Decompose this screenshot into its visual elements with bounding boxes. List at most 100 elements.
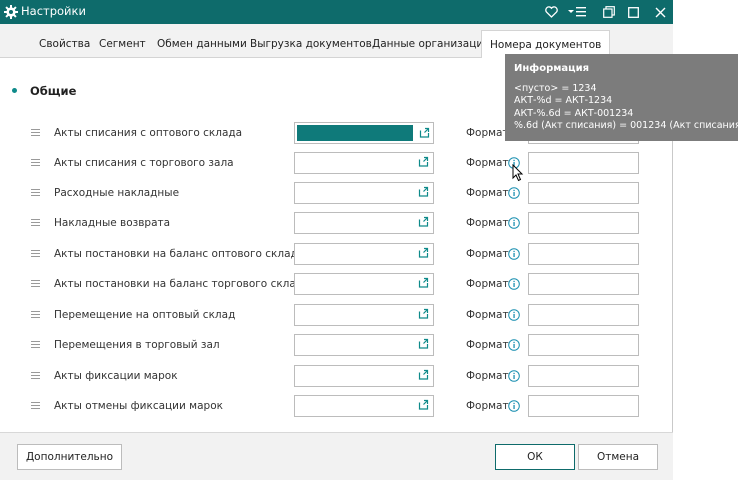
- heart-icon: [544, 6, 558, 18]
- tooltip-line: АКТ-%d = АКТ-1234: [514, 95, 613, 107]
- format-input[interactable]: [528, 365, 639, 387]
- info-icon[interactable]: [508, 370, 520, 382]
- tooltip-line: <пусто> = 1234: [514, 83, 597, 94]
- favorite-button[interactable]: [542, 3, 560, 21]
- prefix-input[interactable]: [294, 365, 434, 387]
- info-icon[interactable]: [508, 187, 520, 199]
- drag-handle-icon[interactable]: [31, 402, 40, 409]
- info-icon[interactable]: [508, 339, 520, 351]
- info-icon[interactable]: [508, 217, 520, 229]
- tab-document-export[interactable]: Выгрузка документов: [250, 38, 372, 50]
- document-row: Расходные накладные Формат: [0, 182, 673, 206]
- row-label: Акты отмены фиксации марок: [54, 400, 223, 412]
- document-row: Акты постановки на баланс торгового скла…: [0, 273, 673, 297]
- drag-handle-icon[interactable]: [31, 372, 40, 379]
- document-row: Перемещение на оптовый склад Формат: [0, 304, 673, 328]
- document-row: Акты списания с торгового зала Формат: [0, 152, 673, 176]
- reset-arrow-icon[interactable]: [417, 399, 429, 411]
- format-label: Формат: [466, 309, 509, 321]
- dialog-footer: Дополнительно ОК Отмена: [0, 432, 673, 480]
- input-selection: [297, 125, 413, 141]
- mouse-cursor-icon: [512, 164, 524, 182]
- tooltip-line: %.6d (Акт списания) = 001234 (Акт списан…: [514, 119, 739, 131]
- drag-handle-icon[interactable]: [31, 311, 40, 318]
- drag-handle-icon[interactable]: [31, 280, 40, 287]
- prefix-input[interactable]: [294, 395, 434, 417]
- format-input[interactable]: [528, 273, 639, 295]
- format-label: Формат: [466, 248, 509, 260]
- row-label: Перемещение на оптовый склад: [54, 309, 236, 321]
- document-row: Перемещения в торговый зал Формат: [0, 334, 673, 358]
- format-input[interactable]: [528, 212, 639, 234]
- title-bar: Настройки: [0, 0, 673, 24]
- prefix-input[interactable]: [294, 122, 434, 144]
- tooltip-title: Информация: [514, 63, 589, 74]
- tab-properties[interactable]: Свойства: [39, 38, 90, 50]
- prefix-input[interactable]: [294, 334, 434, 356]
- prefix-input[interactable]: [294, 273, 434, 295]
- document-row: Акты постановки на баланс оптового склад…: [0, 243, 673, 267]
- window-title: Настройки: [21, 4, 86, 18]
- drag-handle-icon[interactable]: [31, 189, 40, 196]
- drag-handle-icon[interactable]: [31, 129, 40, 136]
- format-label: Формат: [466, 187, 509, 199]
- prefix-input[interactable]: [294, 243, 434, 265]
- restore-button[interactable]: [600, 3, 618, 21]
- prefix-input[interactable]: [294, 212, 434, 234]
- prefix-input[interactable]: [294, 304, 434, 326]
- reset-arrow-icon[interactable]: [417, 247, 429, 259]
- format-label: Формат: [466, 278, 509, 290]
- ok-button[interactable]: ОК: [495, 444, 575, 470]
- row-label: Акты постановки на баланс торгового скла…: [54, 278, 310, 290]
- tab-data-exchange[interactable]: Обмен данными: [157, 38, 247, 50]
- drag-handle-icon[interactable]: [31, 250, 40, 257]
- drag-handle-icon[interactable]: [31, 219, 40, 226]
- tab-organization-data[interactable]: Данные организации: [372, 38, 490, 50]
- tab-segment[interactable]: Сегмент: [99, 38, 146, 50]
- reset-arrow-icon[interactable]: [417, 186, 429, 198]
- restore-icon: [603, 6, 615, 18]
- row-label: Акты списания с торгового зала: [54, 157, 234, 169]
- prefix-input[interactable]: [294, 152, 434, 174]
- drag-handle-icon[interactable]: [31, 341, 40, 348]
- section-bullet: [12, 88, 17, 93]
- menu-icon: [568, 7, 586, 17]
- format-label: Формат: [466, 127, 509, 139]
- more-button[interactable]: Дополнительно: [17, 444, 122, 470]
- tooltip-line: АКТ-%.6d = АКТ-001234: [514, 107, 634, 119]
- info-tooltip: Информация <пусто> = 1234 АКТ-%d = АКТ-1…: [505, 54, 739, 141]
- reset-arrow-icon[interactable]: [417, 308, 429, 320]
- format-label: Формат: [466, 339, 509, 351]
- reset-arrow-icon[interactable]: [417, 277, 429, 289]
- maximize-button[interactable]: [624, 3, 642, 21]
- info-icon[interactable]: [508, 248, 520, 260]
- gear-icon: [4, 5, 18, 19]
- reset-arrow-icon[interactable]: [417, 338, 429, 350]
- reset-arrow-icon[interactable]: [417, 369, 429, 381]
- prefix-input[interactable]: [294, 182, 434, 204]
- cancel-button[interactable]: Отмена: [578, 444, 658, 470]
- format-input[interactable]: [528, 182, 639, 204]
- reset-arrow-icon[interactable]: [418, 127, 430, 139]
- format-input[interactable]: [528, 334, 639, 356]
- format-label: Формат: [466, 217, 509, 229]
- close-button[interactable]: [651, 3, 669, 21]
- reset-arrow-icon[interactable]: [417, 216, 429, 228]
- format-label: Формат: [466, 400, 509, 412]
- row-label: Акты списания с оптового склада: [54, 127, 243, 139]
- format-label: Формат: [466, 370, 509, 382]
- info-icon[interactable]: [508, 309, 520, 321]
- reset-arrow-icon[interactable]: [417, 156, 429, 168]
- row-label: Акты фиксации марок: [54, 370, 178, 382]
- info-icon[interactable]: [508, 400, 520, 412]
- format-input[interactable]: [528, 243, 639, 265]
- format-input[interactable]: [528, 395, 639, 417]
- drag-handle-icon[interactable]: [31, 159, 40, 166]
- info-icon[interactable]: [508, 278, 520, 290]
- document-row: Акты отмены фиксации марок Формат: [0, 395, 673, 419]
- maximize-icon: [627, 6, 639, 18]
- row-label: Расходные накладные: [54, 187, 180, 199]
- menu-button[interactable]: [566, 3, 588, 21]
- format-input[interactable]: [528, 304, 639, 326]
- format-input[interactable]: [528, 152, 639, 174]
